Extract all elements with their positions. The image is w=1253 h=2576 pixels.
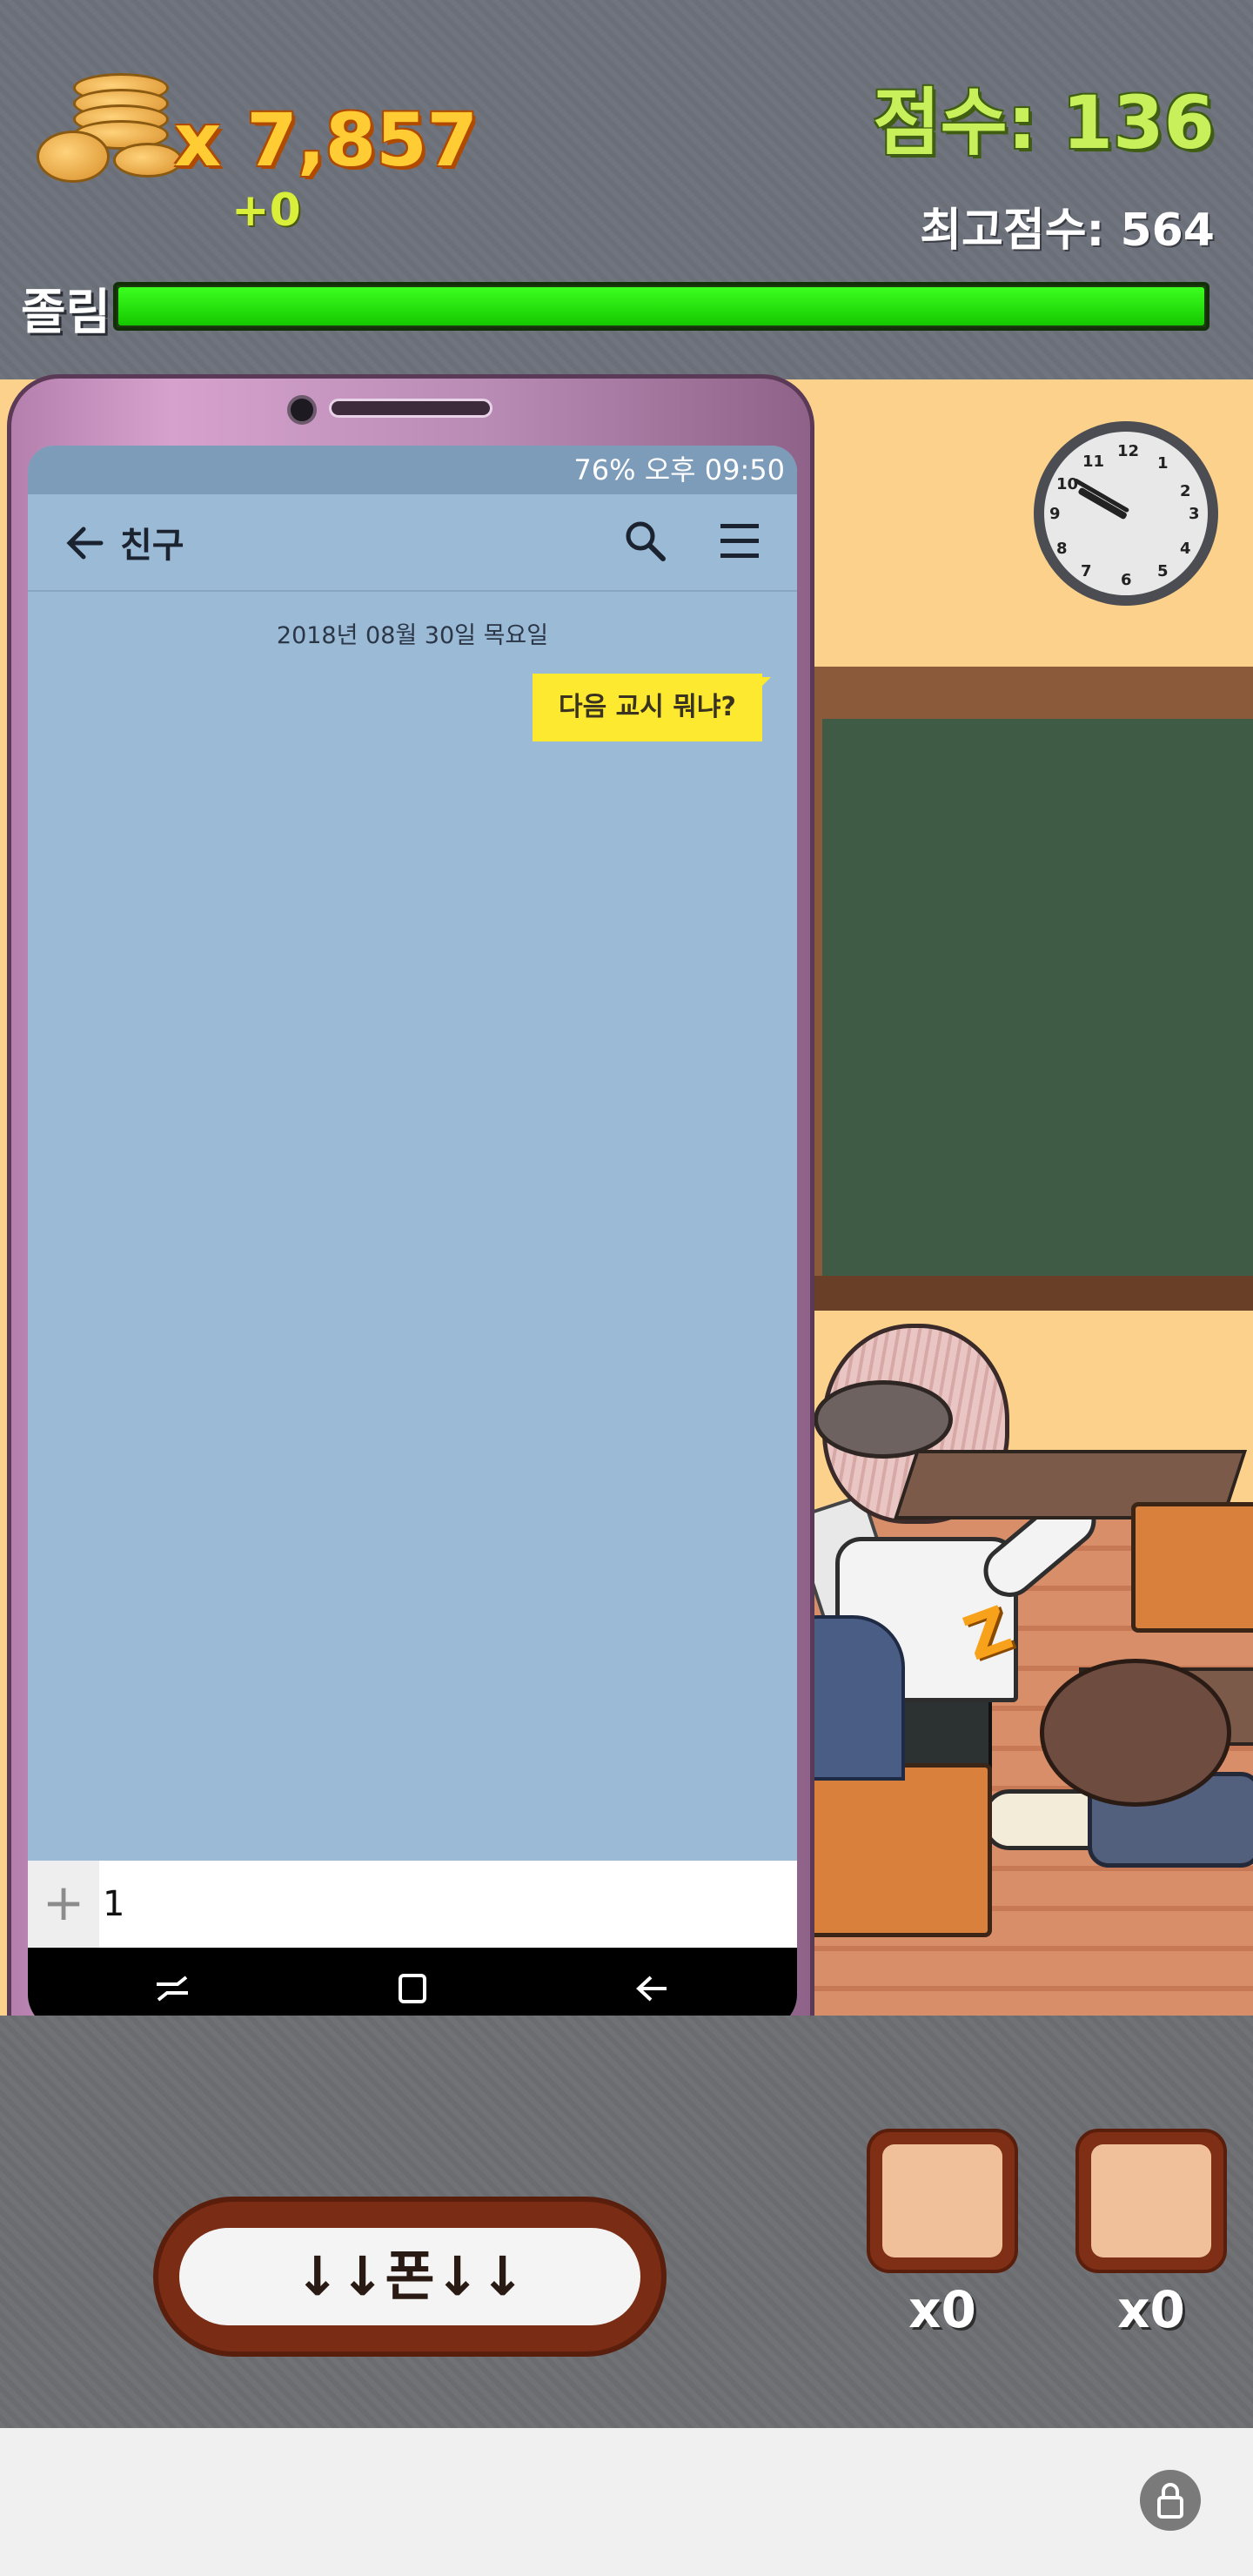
chat-message-bubble: 다음 교시 뭐냐? — [533, 674, 762, 741]
clock-number: 9 — [1049, 505, 1061, 523]
item-slot-2[interactable] — [1075, 2129, 1227, 2273]
back-icon[interactable] — [632, 1969, 673, 2009]
chat-header: 친구 — [28, 494, 797, 592]
phone-down-button[interactable]: ↓↓폰↓↓ — [153, 2197, 667, 2357]
clock-face: 12 1 2 3 4 5 6 7 8 9 10 11 — [1044, 432, 1208, 595]
chat-date-divider: 2018년 08월 30일 목요일 — [276, 622, 549, 649]
clock-number: 1 — [1157, 454, 1169, 473]
score-display: 점수: 136 — [873, 80, 1215, 165]
clock-number: 11 — [1082, 453, 1105, 471]
back-arrow-icon[interactable] — [63, 520, 108, 566]
coin-delta: +0 — [231, 184, 301, 237]
item-slot-1-icon — [882, 2144, 1002, 2257]
clock-number: 5 — [1157, 562, 1169, 580]
phone-camera — [287, 395, 317, 425]
system-strip — [0, 2428, 1253, 2576]
status-bar: 76% 오후 09:50 — [28, 446, 797, 494]
chat-input-bar: + 1 — [28, 1861, 797, 1948]
clock-number: 6 — [1121, 571, 1132, 589]
chat-title: 친구 — [120, 526, 184, 566]
bubble-tail — [755, 677, 771, 693]
drowsiness-bar — [113, 282, 1209, 331]
clock-number: 2 — [1180, 482, 1191, 500]
chalk-tray — [809, 1276, 1253, 1311]
coin-count: x 7,857 — [174, 97, 479, 183]
message-input[interactable]: 1 — [103, 1861, 124, 1948]
item-slot-2-count: x0 — [1117, 2280, 1185, 2339]
phone-screen: 76% 오후 09:50 친구 2018년 08월 30일 목요일 다음 교시 … — [28, 446, 797, 2029]
home-icon[interactable] — [392, 1969, 433, 2009]
lock-icon[interactable] — [1140, 2470, 1201, 2531]
drowsiness-bar-fill — [118, 287, 1204, 325]
coin-stack-icon — [35, 66, 183, 183]
chalkboard — [822, 719, 1253, 1293]
item-slot-2-icon — [1091, 2144, 1211, 2257]
high-score-display: 최고점수: 564 — [920, 205, 1215, 257]
item-slot-1-count: x0 — [908, 2280, 976, 2339]
item-slot-1[interactable] — [867, 2129, 1018, 2273]
recent-apps-icon[interactable] — [151, 1969, 193, 2009]
teacher-hair — [814, 1380, 953, 1459]
chair — [783, 1763, 992, 1937]
clock-number: 8 — [1056, 540, 1068, 558]
clock-number: 7 — [1081, 562, 1092, 580]
drowsiness-label: 졸림 — [21, 285, 111, 341]
phone-speaker — [329, 399, 492, 418]
sleeping-student-head — [1040, 1659, 1231, 1807]
clock-number: 4 — [1180, 540, 1191, 558]
phone-down-label: ↓↓폰↓↓ — [179, 2228, 640, 2325]
menu-icon[interactable] — [715, 519, 764, 564]
chair — [1131, 1502, 1253, 1633]
clock-number: 3 — [1189, 505, 1200, 523]
attach-plus-button[interactable]: + — [28, 1861, 99, 1948]
wall-clock: 12 1 2 3 4 5 6 7 8 9 10 11 — [1034, 421, 1218, 606]
clock-number: 12 — [1117, 442, 1140, 460]
search-icon[interactable] — [620, 515, 672, 567]
